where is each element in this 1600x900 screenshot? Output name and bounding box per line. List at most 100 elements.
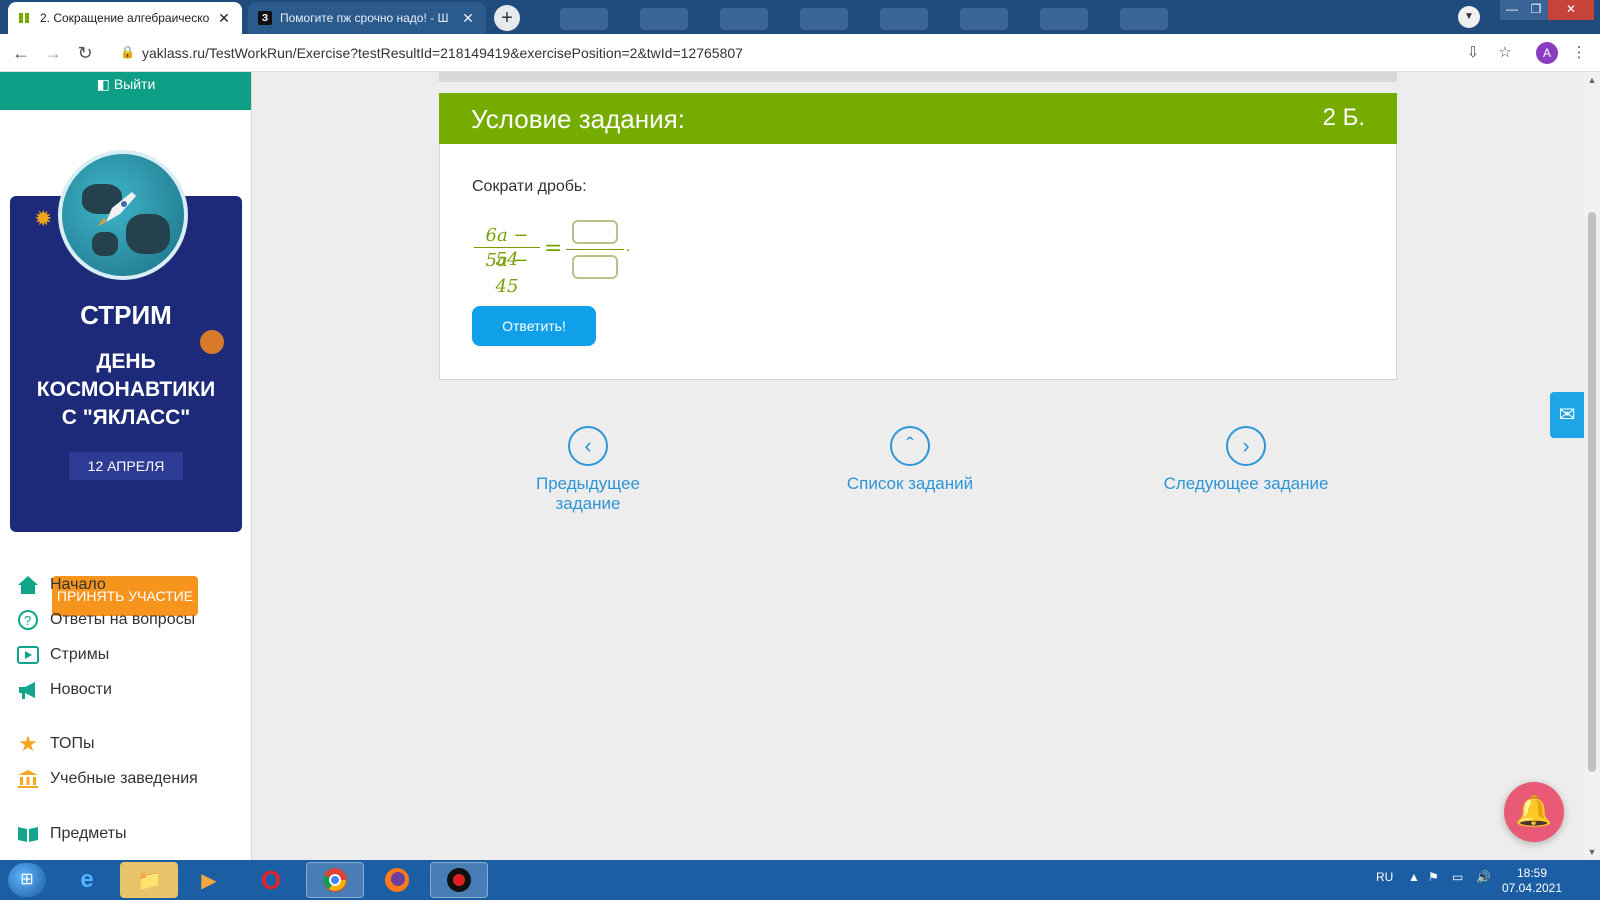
sidebar-item-label: ТОПы [50,735,95,752]
network-icon[interactable]: ▭ [1452,870,1463,884]
firefox-icon[interactable] [368,862,426,898]
tab-current[interactable]: 2. Сокращение алгебраическо ✕ [8,2,242,34]
star-icon: ★ [18,731,38,756]
notifications-bell-button[interactable]: 🔔 [1504,782,1564,842]
sidebar-item-institutions[interactable]: Учебные заведения [16,766,246,792]
scrollbar-thumb[interactable] [1588,212,1596,772]
sidebar-item-tops[interactable]: ★ ТОПы [16,731,246,757]
mail-icon: ✉ [1558,404,1576,426]
new-tab-button[interactable]: + [494,5,520,31]
task-body: Сократи дробь: 6a − 54 5a − 45 = . Ответ… [439,144,1397,380]
close-tab-icon[interactable]: ✕ [460,10,476,27]
submit-answer-button[interactable]: Ответить! [472,306,596,346]
maximize-button[interactable]: ❐ [1524,0,1548,20]
fraction-numerator: 6a − 54 [474,224,540,270]
blurred-tab[interactable] [880,8,928,30]
book-icon [16,822,40,846]
prev-task-link[interactable]: ‹ Предыдущее задание [503,426,673,514]
planet-icon [200,330,224,354]
back-icon[interactable]: ← [10,42,32,64]
media-player-icon[interactable]: ▶ [180,862,238,898]
promo-subtitle: ДЕНЬ КОСМОНАВТИКИ С "ЯКЛАСС" [10,348,242,432]
sun-icon: ✹ [34,206,53,231]
left-sidebar: ◧ Выйти СТРИМ ДЕНЬ КОСМОНАВТИКИ С "ЯКЛАС… [0,72,252,860]
chevron-right-icon: › [1226,426,1266,466]
tab-other[interactable]: З Помогите пж срочно надо! - Ш ✕ [248,2,486,34]
task-list-label: Список заданий [846,474,974,493]
tab-title: Помогите пж срочно надо! - Ш [280,11,449,25]
top-strip [439,72,1397,82]
logout-button[interactable]: ◧ Выйти [0,72,251,110]
minimize-button[interactable]: — [1500,0,1524,20]
page-scrollbar[interactable]: ▲ ▼ [1584,72,1600,860]
start-button[interactable]: ⊞ [8,863,46,897]
clock-date: 07.04.2021 [1501,881,1563,895]
scroll-up-arrow[interactable]: ▲ [1584,72,1600,88]
forward-icon[interactable]: → [42,42,64,64]
url-text[interactable]: yaklass.ru/TestWorkRun/Exercise?testResu… [142,45,743,61]
browser-menu-icon[interactable]: ⋮ [1568,42,1590,64]
blurred-tab[interactable] [640,8,688,30]
volume-icon[interactable]: 🔊 [1476,870,1491,884]
blurred-tab[interactable] [800,8,848,30]
bookmark-star-icon[interactable]: ☆ [1494,42,1516,64]
system-clock[interactable]: 18:59 07.04.2021 [1500,866,1564,896]
blurred-tab[interactable] [1040,8,1088,30]
promo-subtitle-line: КОСМОНАВТИКИ [36,378,216,401]
action-center-flag-icon[interactable]: ⚑ [1428,870,1439,884]
reload-icon[interactable]: ↻ [74,42,96,64]
close-window-button[interactable]: ✕ [1548,0,1594,20]
blurred-tab[interactable] [960,8,1008,30]
chrome-icon[interactable] [306,862,364,898]
show-hidden-icons-icon[interactable]: ▲ [1408,870,1420,884]
blurred-tab[interactable] [560,8,608,30]
logout-label: Выйти [113,76,156,92]
task-list-link[interactable]: ˆ Список заданий [845,426,975,494]
sidebar-item-home[interactable]: Начало [16,572,246,598]
task-instruction: Сократи дробь: [472,178,587,195]
blurred-tab[interactable] [1120,8,1168,30]
install-app-icon[interactable]: ⇩ [1462,42,1484,64]
lock-icon: 🔒 [120,45,135,59]
language-indicator[interactable]: RU [1376,870,1393,884]
tab-search-icon[interactable]: ▼ [1458,6,1480,28]
answer-fraction [566,220,624,279]
yaklass-favicon-icon [18,11,32,25]
file-explorer-icon[interactable]: 📁 [120,862,178,898]
answer-numerator-input[interactable] [572,220,618,244]
equals-sign: = [544,236,563,261]
sidebar-item-subjects[interactable]: Предметы [16,821,246,847]
promo-date: 12 АПРЕЛЯ [69,452,183,480]
sidebar-item-label: Стримы [50,646,110,663]
chevron-up-icon: ˆ [890,426,930,466]
bell-icon: 🔔 [1515,795,1553,828]
sidebar-item-streams[interactable]: Стримы [16,642,246,668]
chevron-left-icon: ‹ [568,426,608,466]
sidebar-item-answers[interactable]: ? Ответы на вопросы [16,607,246,633]
address-bar[interactable]: 🔒 yaklass.ru/TestWorkRun/Exercise?testRe… [110,39,1466,67]
browser-toolbar: ← → ↻ 🔒 yaklass.ru/TestWorkRun/Exercise?… [0,34,1600,72]
feedback-mail-button[interactable]: ✉ [1550,392,1584,438]
browser-tab-strip: 2. Сокращение алгебраическо ✕ З Помогите… [0,0,1600,34]
profile-avatar[interactable]: A [1536,42,1558,64]
play-icon [16,643,40,667]
task-header-title: Условие задания: [471,104,685,134]
given-fraction: 6a − 54 5a − 45 [474,224,540,297]
next-task-link[interactable]: › Следующее задание [1161,426,1331,494]
task-points: 2 Б. [1322,104,1365,131]
recorder-app-icon[interactable] [430,862,488,898]
prev-task-label: Предыдущее задание [535,474,641,513]
home-icon [16,573,40,597]
globe-illustration [58,150,188,280]
sidebar-item-news[interactable]: Новости [16,677,246,703]
blurred-tab[interactable] [720,8,768,30]
scroll-down-arrow[interactable]: ▼ [1584,844,1600,860]
close-tab-icon[interactable]: ✕ [216,10,232,27]
sidebar-item-label: Новости [50,681,112,698]
opera-icon[interactable]: O [242,862,300,898]
institution-icon [16,767,40,791]
answer-denominator-input[interactable] [572,255,618,279]
windows-taskbar: ⊞ e 📁 ▶ O RU ▲ ⚑ ▭ 🔊 18:59 07.04.2021 [0,860,1600,900]
internet-explorer-icon[interactable]: e [58,862,116,898]
fraction-denominator: 5a − 45 [485,250,529,297]
